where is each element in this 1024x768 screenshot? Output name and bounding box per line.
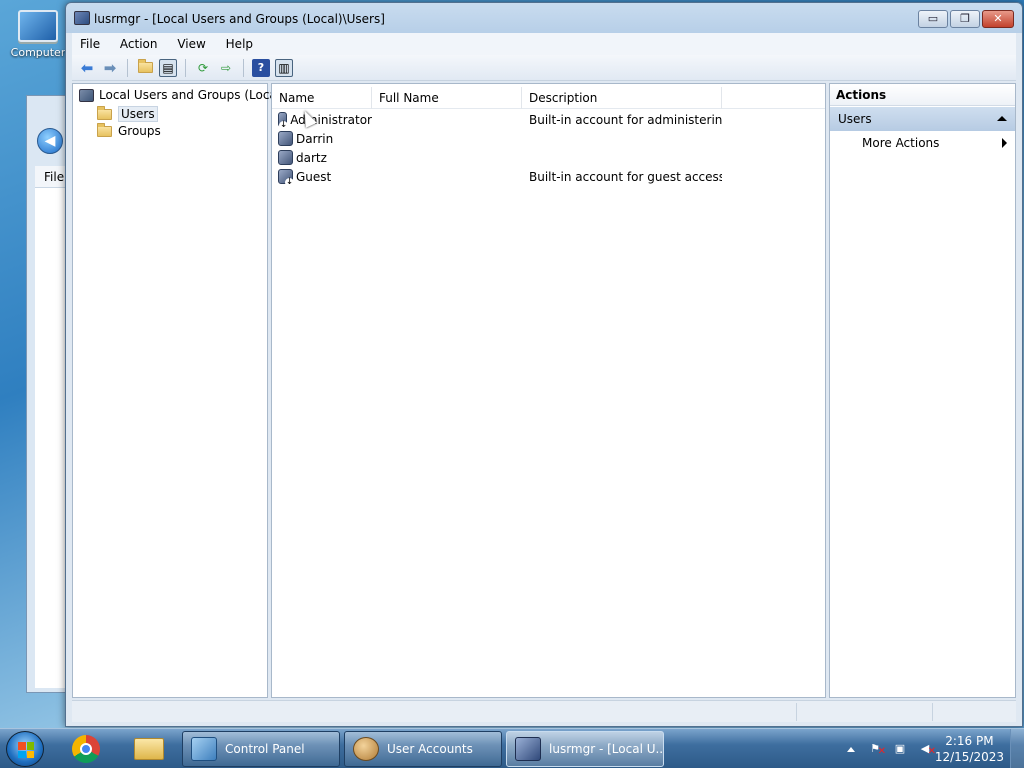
desktop-icon-label: Computer [10,46,66,59]
maximize-button[interactable]: ❐ [950,10,980,28]
column-header-description[interactable]: Description [522,87,722,109]
user-name: Darrin [296,131,334,146]
forward-arrow-icon[interactable]: ➡ [101,59,119,77]
toolbar-separator [185,58,186,77]
taskbar-item-lusrmgr[interactable]: lusrmgr - [Local U... [506,731,664,767]
status-segment [796,703,932,721]
clock[interactable]: 2:16 PM 12/15/2023 [935,733,1004,765]
local-users-groups-icon [79,88,94,102]
user-description: Built-in account for administering... [529,112,722,127]
user-disabled-icon [278,169,294,187]
actions-title: Actions [830,84,1015,106]
actions-section-users[interactable]: Users [830,107,1015,131]
show-desktop-button[interactable] [1010,729,1024,768]
lusrmgr-app-icon[interactable] [74,11,90,25]
help-icon[interactable]: ? [252,58,270,77]
menu-view[interactable]: View [169,33,213,55]
folder-icon [134,738,164,760]
task-label: lusrmgr - [Local U... [549,742,664,756]
control-panel-icon [191,737,217,761]
back-arrow-icon[interactable]: ◀ [37,128,63,154]
status-bar [72,700,1016,722]
column-header-full-name[interactable]: Full Name [372,87,522,109]
actions-pane: Actions Users More Actions [829,83,1016,698]
minimize-button[interactable]: ▭ [918,10,948,28]
network-icon[interactable]: ▣ [892,742,908,756]
tree-item-label: Users [118,106,158,122]
table-row[interactable]: Darrin [272,129,825,148]
menu-help[interactable]: Help [218,33,261,55]
refresh-icon[interactable]: ⟳ [194,59,212,77]
chrome-icon [72,735,100,763]
taskbar: Control Panel User Accounts lusrmgr - [L… [0,728,1024,768]
action-more-actions[interactable]: More Actions [830,131,1015,155]
folder-icon [97,122,112,137]
action-item-label: More Actions [862,136,940,150]
menu-file[interactable]: File [72,33,108,55]
show-hidden-icons-icon[interactable] [847,746,855,752]
status-segment [932,703,1016,721]
back-arrow-icon[interactable]: ⬅ [78,59,96,77]
taskbar-item-user-accounts[interactable]: User Accounts [344,731,502,767]
console-tree: Local Users and Groups (Local) Users Gro… [72,83,285,698]
clock-time: 2:16 PM [945,734,994,748]
user-name: Guest [296,169,332,184]
lusrmgr-window: lusrmgr - [Local Users and Groups (Local… [65,2,1023,727]
chrome-taskbar-icon[interactable] [64,732,108,766]
column-header-name[interactable]: Name [272,87,372,109]
export-list-icon[interactable]: ⇨ [217,59,235,77]
window-controls: ▭ ❐ ✕ [918,10,1014,28]
explorer-taskbar-icon[interactable] [126,732,170,766]
close-button[interactable]: ✕ [982,10,1014,28]
table-row[interactable]: dartz [272,148,825,167]
table-row[interactable]: Guest Built-in account for guest access … [272,167,825,187]
tree-item-users[interactable]: Users [97,105,158,122]
toolbar-separator [127,58,128,77]
tree-item-groups[interactable]: Groups [97,122,161,138]
start-button[interactable] [6,731,44,767]
user-icon [278,150,293,165]
actions-section-label: Users [838,112,872,126]
tree-root[interactable]: Local Users and Groups (Local) [79,88,285,102]
title-bar[interactable]: lusrmgr - [Local Users and Groups (Local… [66,3,1022,33]
toolbar: ⬅ ➡ ▤ ⟳ ⇨ ? ▥ [72,55,1016,81]
task-label: Control Panel [225,742,305,756]
background-menu-file[interactable]: File [35,170,64,184]
up-folder-icon[interactable] [136,59,154,77]
volume-muted-icon[interactable]: ◀ ✕ [917,742,936,757]
user-description: Built-in account for guest access t... [529,169,722,184]
menu-bar: File Action View Help [72,33,1016,55]
show-hide-action-pane-icon[interactable]: ▥ [275,58,293,77]
show-hide-tree-icon[interactable]: ▤ [159,58,177,77]
table-row[interactable]: Administrator Built-in account for admin… [272,110,825,130]
taskbar-item-control-panel[interactable]: Control Panel [182,731,340,767]
clock-date: 12/15/2023 [934,750,1004,764]
collapse-icon[interactable] [997,116,1007,121]
user-icon [278,131,293,146]
folder-icon [97,105,112,120]
user-name: dartz [296,150,327,165]
tree-root-label: Local Users and Groups (Local) [99,88,285,102]
window-title: lusrmgr - [Local Users and Groups (Local… [94,12,385,26]
desktop-computer-icon[interactable]: Computer [8,10,68,59]
menu-action[interactable]: Action [112,33,166,55]
folder-icon [137,59,153,73]
list-header: Name Full Name Description [272,87,825,109]
task-label: User Accounts [387,742,473,756]
toolbar-separator [243,58,244,77]
submenu-arrow-icon [1002,138,1007,148]
user-disabled-icon [278,112,289,130]
action-center-icon[interactable]: ⚑ ✕ [867,742,886,757]
windows-logo-icon [18,742,34,758]
user-accounts-icon [353,737,379,761]
monitor-icon [18,10,58,42]
lusrmgr-icon [515,737,541,761]
tree-item-label: Groups [118,124,161,138]
users-list: Name Full Name Description Administrator… [271,83,826,698]
